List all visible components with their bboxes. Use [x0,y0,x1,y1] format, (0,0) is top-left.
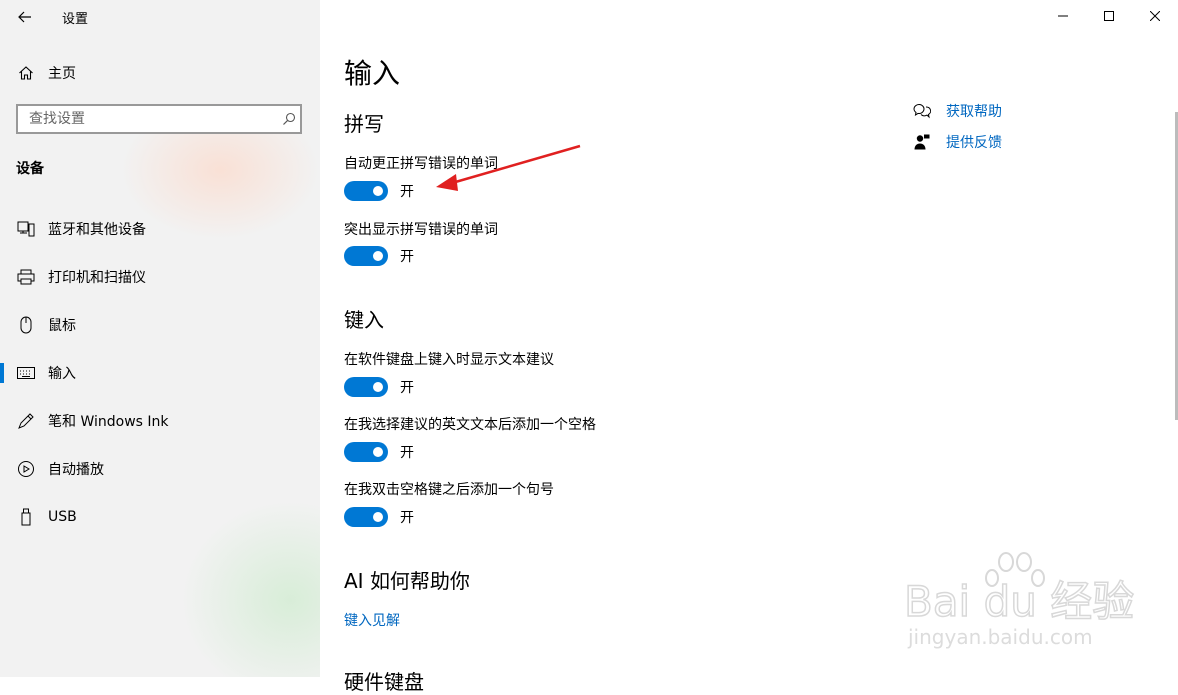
bluetooth-device-icon [16,221,36,237]
back-button[interactable] [10,4,40,30]
content-pane: 输入 拼写 自动更正拼写错误的单词 开 突出显示拼写错误的单词 开 键入 在软件… [320,0,1178,694]
app-title: 设置 [62,12,89,27]
pen-icon [16,412,36,430]
autocorrect-toggle-row: 开 [344,181,414,201]
sidebar-item-label: 输入 [48,366,76,382]
usb-icon [16,508,36,526]
autoplay-icon [16,460,36,478]
sidebar-nav: 蓝牙和其他设备 打印机和扫描仪 鼠标 输入 笔和 Windows Ink 自动播… [0,205,320,541]
sidebar-item-bluetooth[interactable]: 蓝牙和其他设备 [0,205,320,253]
close-icon [1150,11,1160,21]
section-heading-spelling: 拼写 [344,112,384,136]
highlight-misspelled-toggle[interactable] [344,246,388,266]
text-suggestions-toggle[interactable] [344,377,388,397]
sidebar-item-mouse[interactable]: 鼠标 [0,301,320,349]
sidebar-item-pen[interactable]: 笔和 Windows Ink [0,397,320,445]
search-input[interactable] [27,110,278,128]
toggle-state-label: 开 [400,380,414,396]
baidu-jingyan-watermark: Bai du 经验 jingyan.baidu.com [902,548,1142,658]
help-chat-icon [912,103,932,119]
printer-icon [16,269,36,285]
sidebar-item-label: 主页 [48,66,76,82]
search-box[interactable] [16,104,302,134]
sidebar-item-label: 笔和 Windows Ink [48,414,169,430]
sidebar-item-autoplay[interactable]: 自动播放 [0,445,320,493]
sidebar-item-label: 打印机和扫描仪 [48,270,146,286]
option-label: 在我双击空格键之后添加一个句号 [344,482,554,498]
toggle-state-label: 开 [400,510,414,526]
feedback-link[interactable]: 提供反馈 [946,132,1002,152]
keyboard-icon [16,367,36,379]
home-icon [17,65,35,81]
watermark-brand: Bai du 经验 [904,577,1134,626]
watermark-url: jingyan.baidu.com [907,625,1093,649]
section-heading-typing: 键入 [344,308,384,332]
feedback-person-icon [912,134,932,150]
add-space-toggle-row: 开 [344,442,414,462]
highlight-misspelled-toggle-row: 开 [344,246,414,266]
sidebar-item-label: USB [48,509,77,525]
sidebar-item-printers[interactable]: 打印机和扫描仪 [0,253,320,301]
toggle-state-label: 开 [400,445,414,461]
option-label: 自动更正拼写错误的单词 [344,156,498,172]
toggle-state-label: 开 [400,249,414,265]
sidebar-item-label: 蓝牙和其他设备 [48,222,146,238]
search-icon[interactable] [278,112,300,126]
close-button[interactable] [1132,0,1178,32]
get-help-row[interactable]: 获取帮助 [912,101,1002,121]
sidebar-item-usb[interactable]: USB [0,493,320,541]
feedback-row[interactable]: 提供反馈 [912,132,1002,152]
toggle-state-label: 开 [400,184,414,200]
option-label: 突出显示拼写错误的单词 [344,222,498,238]
window-controls [1040,0,1178,32]
typing-insights-link[interactable]: 键入见解 [344,610,400,630]
minimize-icon [1058,15,1068,17]
sidebar: 设置 主页 设备 蓝牙和其他设备 [0,0,320,677]
maximize-icon [1104,11,1114,21]
sidebar-item-typing[interactable]: 输入 [0,349,320,397]
text-suggestions-toggle-row: 开 [344,377,414,397]
watermark-logo: Bai du 经验 jingyan.baidu.com [903,552,1135,649]
add-period-toggle[interactable] [344,507,388,527]
back-arrow-icon [18,11,31,23]
autocorrect-toggle[interactable] [344,181,388,201]
sidebar-item-label: 自动播放 [48,462,104,478]
option-label: 在我选择建议的英文文本后添加一个空格 [344,417,596,433]
sidebar-item-label: 鼠标 [48,318,76,334]
minimize-button[interactable] [1040,0,1086,32]
section-heading-ai: AI 如何帮助你 [344,569,470,593]
get-help-link[interactable]: 获取帮助 [946,101,1002,121]
maximize-button[interactable] [1086,0,1132,32]
sidebar-item-home[interactable]: 主页 [0,58,320,88]
add-period-toggle-row: 开 [344,507,414,527]
mouse-icon [16,316,36,334]
sidebar-section-title: 设备 [16,161,44,177]
option-label: 在软件键盘上键入时显示文本建议 [344,352,554,368]
page-title: 输入 [344,57,401,90]
section-heading-hardware-keyboard: 硬件键盘 [344,670,424,694]
add-space-toggle[interactable] [344,442,388,462]
